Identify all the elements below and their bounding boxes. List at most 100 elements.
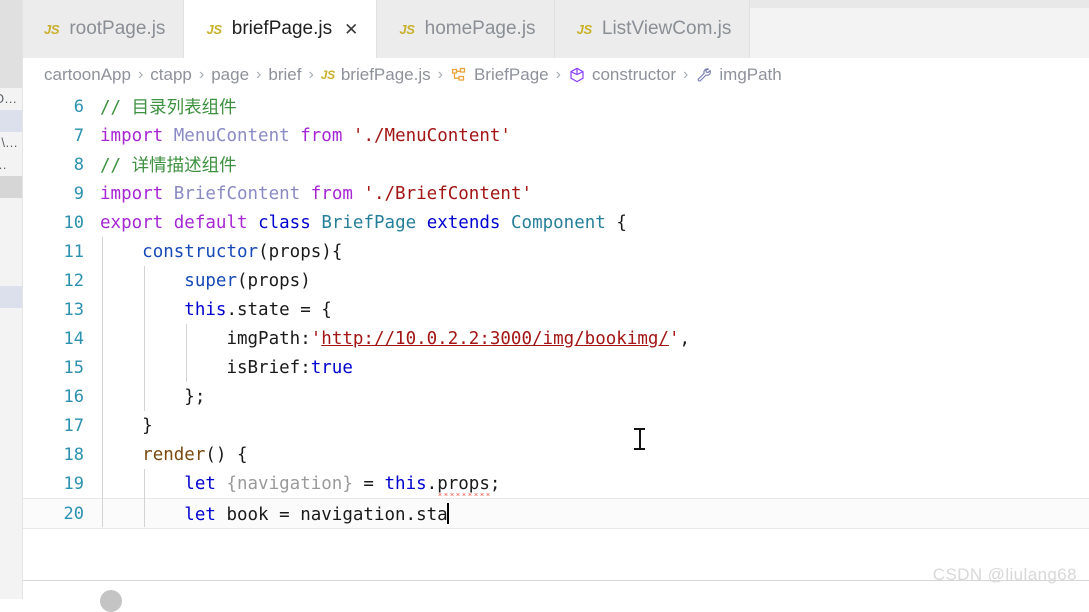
code-token: ' [668,328,680,349]
code-token: .state = { [226,299,332,320]
code-line[interactable]: 16 }; [22,382,1089,411]
code-line[interactable]: 17 } [22,411,1089,440]
editor-tab[interactable]: JS homePage.js [377,0,555,58]
code-line[interactable]: 7 import MenuContent from './MenuContent' [22,121,1089,150]
code-line[interactable]: 6 // 目录列表组件 [22,92,1089,121]
code-token: ; [489,473,501,494]
bottom-panel[interactable] [22,581,1089,599]
url-link[interactable]: http://10.0.2.2:3000/img/bookimg/ [321,329,669,349]
code-line[interactable]: 10 export default class BriefPage extends… [22,208,1089,237]
code-line-text: // 详情描述组件 [98,152,1089,177]
line-number: 13 [63,299,84,320]
tab-bar-empty-area [750,0,1089,58]
explorer-tree-item[interactable]: O… [0,88,22,110]
breadcrumb-item[interactable]: ctapp [150,65,192,85]
breadcrumb-item[interactable]: brief [268,65,301,85]
code-token: // 详情描述组件 [100,156,237,176]
code-line[interactable]: 13 this.state = { [22,295,1089,324]
code-token: './MenuContent' [352,125,511,146]
line-number: 7 [73,125,84,146]
close-icon[interactable]: ✕ [344,21,358,38]
editor-tab-label: ListViewCom.js [601,18,732,39]
code-token: , [679,328,691,349]
code-token: let [184,473,216,494]
indent-guide [102,237,103,527]
breadcrumb-item[interactable]: JS briefPage.js [321,65,431,85]
code-line-text: isBrief:true [98,358,1089,378]
line-number: 12 [63,270,84,291]
explorer-tree-item[interactable] [0,176,22,198]
code-token: this [184,299,227,320]
breadcrumb-item[interactable]: constructor [568,65,676,85]
breadcrumb-item[interactable]: page [211,65,249,85]
code-line[interactable]: 11 constructor(props){ [22,237,1089,266]
code-token: { [605,212,627,233]
explorer-tree-item[interactable]: … [0,154,22,176]
code-token: } [142,415,153,436]
code-token: true [310,357,353,378]
code-token: // 目录列表组件 [100,98,237,118]
explorer-tree-item[interactable] [0,198,22,220]
breadcrumb-item[interactable]: imgPath [695,65,782,85]
line-number: 17 [63,415,84,436]
breadcrumb-item[interactable]: BriefPage [450,65,549,85]
code-line-text: let book = navigation.sta [98,502,1089,525]
explorer-sidebar-sliver[interactable]: O… ׀\…… [0,0,23,599]
code-token: './BriefContent' [363,183,533,204]
code-line[interactable]: 19 let {navigation} = this.props; [22,469,1089,498]
breadcrumb[interactable]: cartoonApp › ctapp › page › brief › JS briefPage.… [22,58,1089,92]
code-line[interactable]: 14 imgPath:'http://10.0.2.2:3000/img/boo… [22,324,1089,353]
code-line[interactable]: 15 isBrief:true [22,353,1089,382]
code-lines-container[interactable]: 6 // 目录列表组件 7 import MenuContent from './Me… [22,92,1089,529]
line-number: 11 [63,241,84,262]
line-number: 20 [63,503,84,524]
code-token: import [100,183,164,204]
code-token: (props) [236,270,311,291]
breadcrumb-item-label: constructor [591,65,677,84]
explorer-tree-item[interactable] [0,264,22,286]
breadcrumb-separator-icon: › [437,66,443,83]
js-file-icon: JS [399,21,415,37]
code-token: }; [184,386,206,407]
explorer-tree-item[interactable] [0,286,22,308]
code-editor[interactable]: 6 // 目录列表组件 7 import MenuContent from './Me… [22,92,1089,580]
code-line-text: } [98,416,1089,436]
code-line-current[interactable]: 20 let book = navigation.sta [22,498,1089,529]
code-line-text: constructor(props){ [98,242,1089,262]
editor-tab-bar[interactable]: JS rootPage.js JS briefPage.js ✕ JS homePage.j… [22,0,1089,58]
breadcrumb-item[interactable]: cartoonApp [44,65,131,85]
code-token: export [100,212,164,233]
code-token: () { [205,444,248,465]
code-line[interactable]: 18 render() { [22,440,1089,469]
line-number: 19 [63,473,84,494]
vscode-window: O… ׀\…… JS rootPage.js JS briefPage.js ✕ JS hom… [0,0,1089,612]
code-line[interactable]: 12 super(props) [22,266,1089,295]
explorer-tree-item[interactable]: ׀\… [0,132,22,154]
code-token: render [142,444,206,465]
code-line[interactable]: 9 import BriefContent from './BriefConten… [22,179,1089,208]
editor-tab[interactable]: JS ListViewCom.js [554,0,751,58]
explorer-tree-item[interactable] [0,110,22,132]
line-number: 9 [73,183,84,204]
class-icon [450,66,468,84]
indent-guide [144,469,146,527]
breadcrumb-item-label: brief [268,65,302,84]
explorer-tree-item[interactable] [0,242,22,264]
editor-tab-label: homePage.js [424,18,536,39]
explorer-tree-item[interactable] [0,220,22,242]
editor-tab[interactable]: JS rootPage.js [22,0,185,58]
code-line[interactable]: 8 // 详情描述组件 [22,150,1089,179]
line-number: 8 [73,154,84,175]
code-line-text: // 目录列表组件 [98,94,1089,119]
editor-tab-active[interactable]: JS briefPage.js ✕ [184,0,378,58]
code-token: {navigation} [226,473,353,494]
